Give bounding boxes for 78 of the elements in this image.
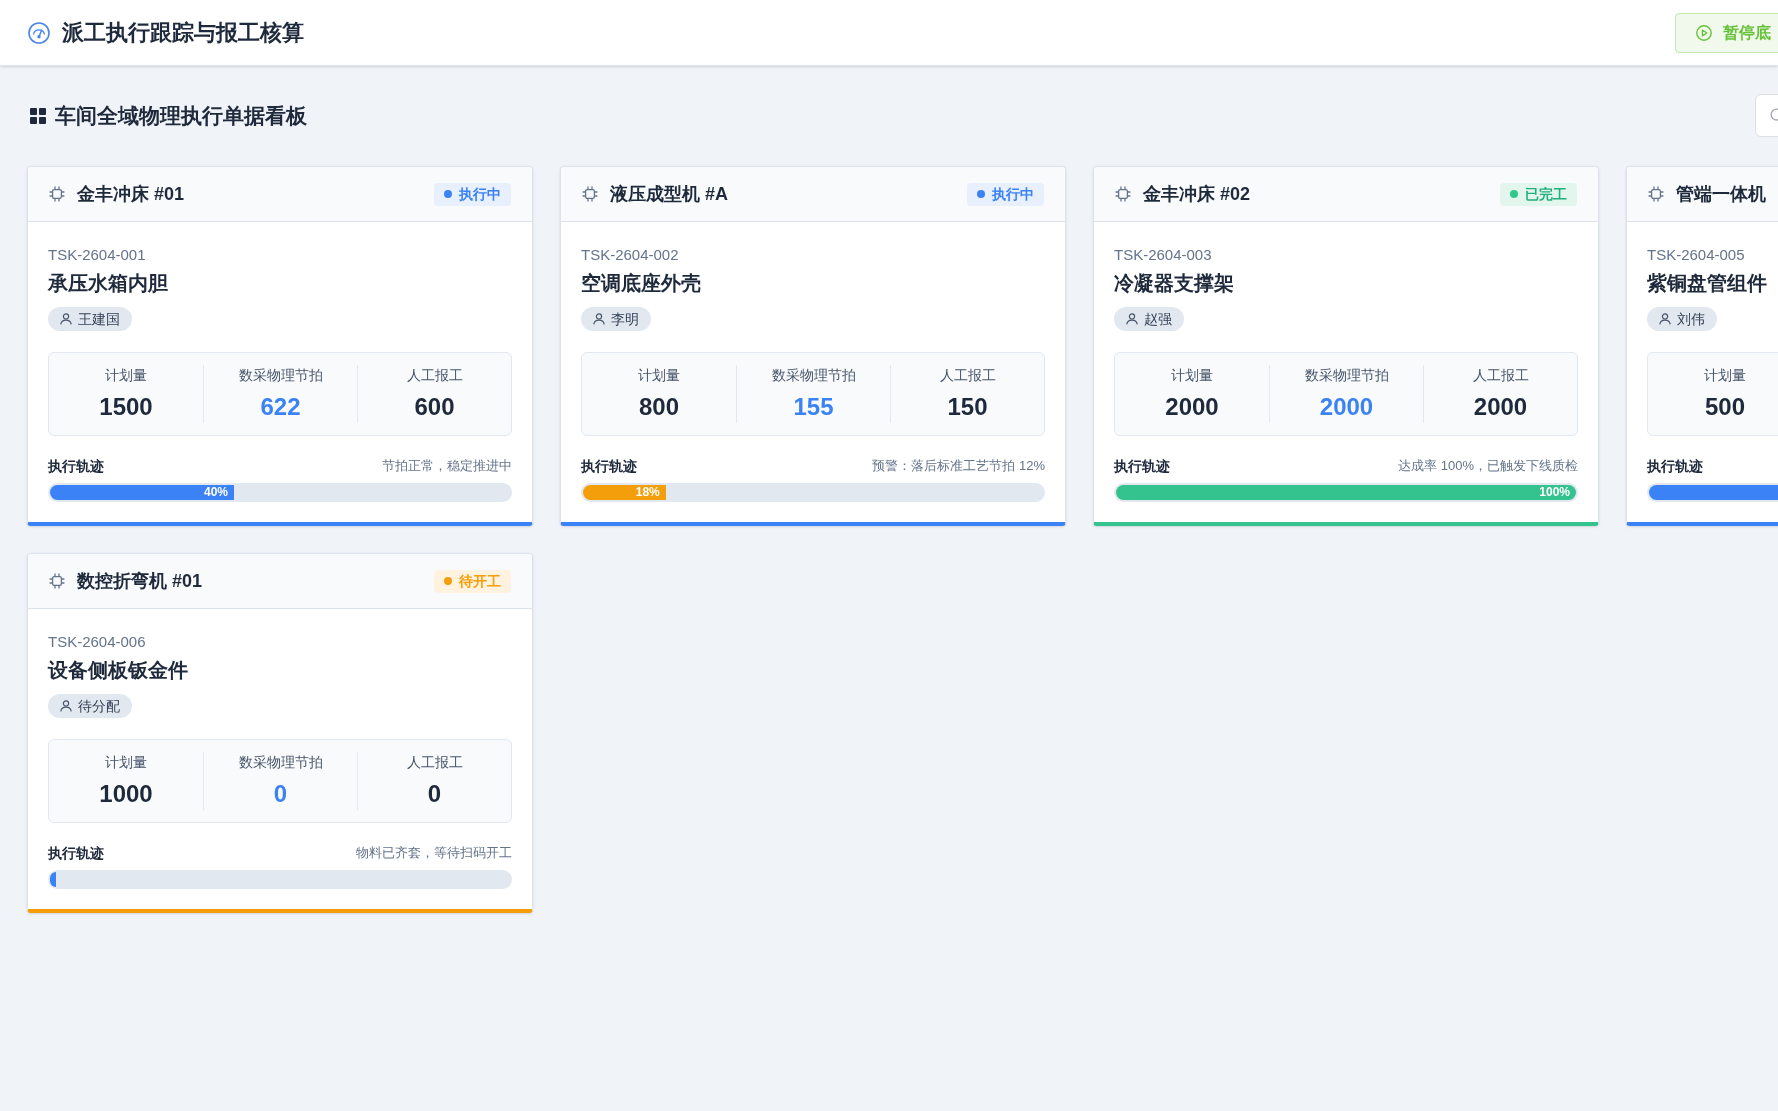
status-label: 待开工 [459,572,501,591]
stat-label: 计划量 [638,366,680,385]
grid-icon [30,107,46,124]
stat-value: 2000 [1473,392,1528,422]
machine-name: 数控折弯机 #01 [77,570,203,593]
product-name: 空调底座外壳 [581,271,702,296]
progress-note: 节拍正常，稳定推进中 [382,457,512,475]
status-label: 已完工 [1525,185,1567,204]
progress-reading: 100% [1539,485,1570,500]
machine-name: 金丰冲床 #02 [1143,183,1251,206]
progress-label: 执行轨迹 [581,457,637,475]
stat-value: 150 [947,392,988,422]
stat-label: 计划量 [1171,366,1213,385]
board-title: 车间全域物理执行单据看板 [55,102,307,129]
stat-value: 1000 [99,779,153,809]
play-circle-icon [1696,24,1712,41]
task-id: TSK-2604-006 [48,632,147,652]
stat-label: 人工报工 [1472,366,1529,385]
stat-label: 计划量 [105,366,147,385]
progress-reading: 40% [203,485,228,500]
user-icon [1126,313,1138,325]
progress-note: 达成率 100%，已触发下线质检 [1398,457,1578,475]
task-id: TSK-2604-002 [581,245,680,265]
stat-label: 人工报工 [406,366,463,385]
task-id: TSK-2604-001 [48,245,147,265]
stat-label: 人工报工 [939,366,996,385]
stat-label: 数采物理节拍 [1304,366,1389,385]
gauge-icon [28,21,50,44]
progress-label: 执行轨迹 [48,457,104,475]
stat-value: 0 [273,779,288,809]
task-id: TSK-2604-003 [1114,245,1213,265]
user-icon [1659,313,1671,325]
user-icon [593,313,605,325]
operator-name: 刘伟 [1677,310,1705,329]
product-name: 设备侧板钣金件 [48,658,189,683]
stat-label: 人工报工 [406,753,463,772]
machine-name: 管端一体机 [1676,183,1766,206]
stat-label: 计划量 [105,753,147,772]
stat-label: 计划量 [1704,366,1746,385]
operator-name: 李明 [611,310,639,329]
machine-name: 金丰冲床 #01 [77,183,185,206]
stat-value: 2000 [1319,392,1374,422]
user-icon [60,313,72,325]
progress-note: 预警：落后标准工艺节拍 12% [872,457,1045,475]
progress-note: 物料已齐套，等待扫码开工 [356,844,512,862]
action-button[interactable]: 暂停底 [1675,12,1778,53]
status-label: 执行中 [992,185,1034,204]
page-title: 派工执行跟踪与报工核算 [62,18,304,47]
product-name: 紫铜盘管组件 [1647,271,1768,296]
stat-value: 1500 [99,392,153,422]
stat-value: 600 [414,392,455,422]
machine-name: 液压成型机 #A [610,183,728,206]
chip-icon [582,186,598,202]
product-name: 承压水箱内胆 [48,271,169,296]
operator-name: 王建国 [78,310,120,329]
stat-label: 数采物理节拍 [238,753,323,772]
product-name: 冷凝器支撑架 [1114,271,1235,296]
stat-value: 155 [793,392,834,422]
progress-label: 执行轨迹 [1647,457,1703,475]
user-icon [60,700,72,712]
progress-label: 执行轨迹 [1114,457,1170,475]
progress-label: 执行轨迹 [48,844,104,862]
chip-icon [49,186,65,202]
chip-icon [1115,186,1131,202]
status-label: 执行中 [459,185,501,204]
operator-name: 赵强 [1144,310,1172,329]
task-id: TSK-2604-005 [1647,245,1746,265]
progress-reading: 18% [635,485,660,500]
stat-label: 数采物理节拍 [771,366,856,385]
stat-label: 数采物理节拍 [238,366,323,385]
stat-value: 500 [1704,392,1745,422]
stat-value: 0 [427,779,442,809]
chip-icon [49,573,65,589]
stat-value: 800 [638,392,679,422]
chip-icon [1648,186,1664,202]
operator-name: 待分配 [78,697,120,716]
stat-value: 2000 [1165,392,1219,422]
stat-value: 622 [260,392,301,422]
